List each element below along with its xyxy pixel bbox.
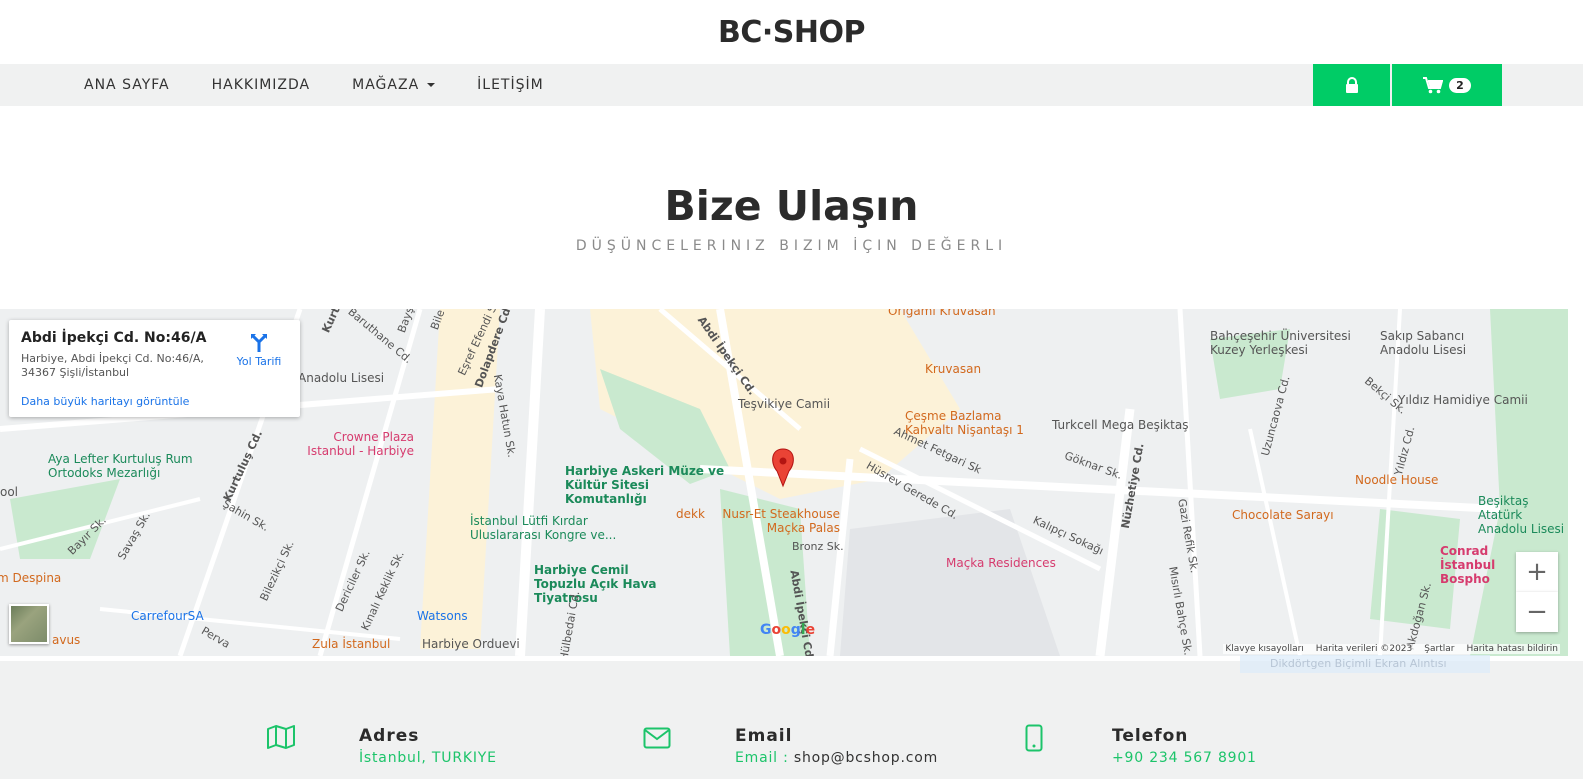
nav-contact[interactable]: İLETİŞİM bbox=[477, 77, 544, 93]
satellite-layer-button[interactable] bbox=[9, 604, 49, 644]
map-label: Maçka Residences bbox=[946, 556, 1056, 570]
map-label: avus bbox=[52, 633, 81, 647]
zoom-out-button[interactable]: − bbox=[1516, 592, 1558, 632]
map-data-credit: Harita verileri ©2023 bbox=[1315, 644, 1413, 654]
contact-section: Dikdörtgen Biçimli Ekran Alıntısı Adres … bbox=[0, 655, 1583, 779]
nav-links: ANA SAYFA HAKKIMIZDA MAĞAZA İLETİŞİM bbox=[84, 64, 586, 106]
directions-label: Yol Tarifi bbox=[236, 355, 282, 368]
map-label: Kruvasan bbox=[925, 362, 982, 376]
zoom-in-button[interactable]: + bbox=[1516, 552, 1558, 592]
map-label: Aya Lefter Kurtuluş Rum Ortodoks Mezarlı… bbox=[48, 452, 193, 480]
larger-map-link[interactable]: Daha büyük haritayı görüntüle bbox=[21, 395, 189, 408]
envelope-icon bbox=[643, 727, 671, 749]
map-label: Noodle House bbox=[1355, 473, 1439, 487]
map-label: m Despina bbox=[0, 571, 62, 585]
brand-logo[interactable]: BC·SHOP bbox=[718, 15, 865, 50]
map-label: Harbiye Askeri Müze ve Kültür Sitesi Kom… bbox=[565, 464, 725, 506]
map-label: Harbiye Orduevi bbox=[422, 637, 520, 651]
caret-down-icon bbox=[427, 83, 436, 87]
place-info-card: Abdi İpekçi Cd. No:46/A Harbiye, Abdi İp… bbox=[9, 320, 300, 417]
map-label: Harbiye Cemil Topuzlu Açık Hava Tiyatros… bbox=[534, 563, 657, 605]
minus-icon: − bbox=[1526, 597, 1548, 627]
map-label: Beşiktaş Atatürk Anadolu Lisesi bbox=[1478, 494, 1565, 536]
cart-count-badge: 2 bbox=[1449, 77, 1471, 93]
snip-overlay: Dikdörtgen Biçimli Ekran Alıntısı bbox=[1240, 655, 1490, 673]
map-label: Çeşme Bazlama Kahvaltı Nişantaşı 1 bbox=[905, 409, 1024, 437]
email-title: Email bbox=[735, 726, 793, 746]
map-icon bbox=[267, 725, 295, 749]
main-nav: ANA SAYFA HAKKIMIZDA MAĞAZA İLETİŞİM 2 bbox=[0, 64, 1583, 106]
address-title: Adres bbox=[359, 726, 420, 746]
map-label: Teşvikiye Camii bbox=[738, 397, 831, 411]
cart-icon bbox=[1423, 76, 1444, 93]
map-label: Origami Kruvasan bbox=[888, 309, 996, 318]
keyboard-shortcuts-link[interactable]: Klavye kısayolları bbox=[1225, 644, 1303, 654]
logo-bar: BC·SHOP bbox=[0, 0, 1583, 64]
report-error-link[interactable]: Harita hatası bildirin bbox=[1466, 644, 1558, 654]
page-subtitle: DÜŞÜNCELERINIZ BIZIM İÇIN DEĞERLI bbox=[575, 238, 1008, 254]
map-footer: Klavye kısayolları Harita verileri ©2023… bbox=[1223, 644, 1560, 654]
nav-shop-label: MAĞAZA bbox=[352, 77, 420, 93]
place-title: Abdi İpekçi Cd. No:46/A bbox=[21, 330, 207, 346]
email-prefix: Email : bbox=[735, 750, 794, 766]
map-label: Sakıp Sabancı Anadolu Lisesi bbox=[1380, 329, 1467, 357]
phone-value[interactable]: +90 234 567 8901 bbox=[1112, 750, 1257, 766]
map-label: Zula İstanbul bbox=[312, 637, 391, 651]
directions-button[interactable]: Yol Tarifi bbox=[233, 332, 285, 368]
page-title: Bize Ulaşın bbox=[664, 182, 919, 230]
map-label: ool bbox=[0, 485, 19, 499]
phone-icon bbox=[1025, 724, 1043, 752]
email-value-row: Email : shop@bcshop.com bbox=[735, 750, 938, 766]
place-address: Harbiye, Abdi İpekçi Cd. No:46/A, 34367 … bbox=[21, 352, 204, 379]
google-logo: Google bbox=[760, 622, 816, 638]
map-label: Anadolu Lisesi bbox=[298, 371, 385, 385]
login-button[interactable] bbox=[1313, 64, 1390, 106]
map-label: Yıldız Hamidiye Camii bbox=[1398, 393, 1528, 407]
nav-home[interactable]: ANA SAYFA bbox=[84, 77, 170, 93]
map-label: Turkcell Mega Beşiktaş bbox=[1052, 418, 1189, 432]
map-label: İstanbul Lütfi Kırdar Uluslararası Kongr… bbox=[470, 514, 617, 542]
lock-icon bbox=[1345, 77, 1358, 93]
map-label: Nusr-Et Steakhouse Maçka Palas bbox=[722, 507, 840, 535]
map-label: Bronz Sk. bbox=[792, 540, 844, 553]
email-address[interactable]: shop@bcshop.com bbox=[794, 750, 938, 766]
nav-about[interactable]: HAKKIMIZDA bbox=[212, 77, 311, 93]
terms-link[interactable]: Şartlar bbox=[1424, 644, 1454, 654]
plus-icon: + bbox=[1526, 557, 1548, 587]
map-label: dekk bbox=[676, 507, 705, 521]
map-label: Watsons bbox=[417, 609, 468, 623]
directions-icon bbox=[251, 334, 267, 352]
map-label: Chocolate Sarayı bbox=[1232, 508, 1334, 522]
google-map[interactable]: Origami Kruvasan Sakıp Sabancı Anadolu L… bbox=[0, 309, 1568, 656]
map-label: CarrefourSA bbox=[131, 609, 204, 623]
nav-shop[interactable]: MAĞAZA bbox=[352, 77, 436, 93]
map-label: Crowne Plaza Istanbul - Harbiye bbox=[307, 430, 414, 458]
phone-title: Telefon bbox=[1112, 726, 1189, 746]
cart-button[interactable]: 2 bbox=[1392, 64, 1502, 106]
map-label: Bahçeşehir Üniversitesi Kuzey Yerleşkesi bbox=[1210, 329, 1351, 357]
address-value: İstanbul, TURKIYE bbox=[359, 750, 497, 766]
